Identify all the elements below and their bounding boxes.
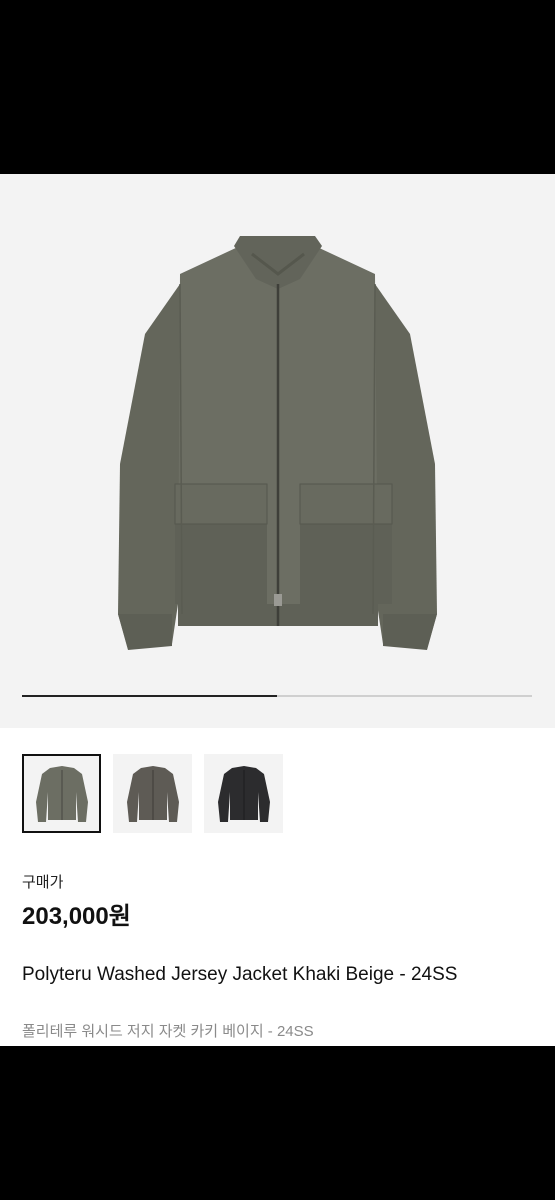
image-progress-track [22, 695, 532, 697]
jacket-khaki-thumbnail [35, 765, 88, 822]
jacket-image [118, 236, 437, 650]
jacket-black-thumbnail [217, 765, 270, 822]
product-image-carousel[interactable] [0, 174, 555, 728]
thumbnail-3[interactable] [204, 754, 283, 833]
product-subtitle: 폴리테루 워시드 저지 자켓 카키 베이지 - 24SS [22, 1023, 314, 1040]
image-progress-fill [22, 695, 277, 697]
jacket-charcoal-thumbnail [126, 765, 179, 822]
thumbnail-1[interactable] [22, 754, 101, 833]
price-value: 203,000원 [22, 903, 131, 930]
product-title: Polyteru Washed Jersey Jacket Khaki Beig… [22, 964, 458, 985]
thumbnail-2[interactable] [113, 754, 192, 833]
thumbnail-list [22, 754, 283, 833]
product-screen: 구매가 203,000원 Polyteru Washed Jersey Jack… [0, 174, 555, 1046]
price-label: 구매가 [22, 874, 64, 891]
